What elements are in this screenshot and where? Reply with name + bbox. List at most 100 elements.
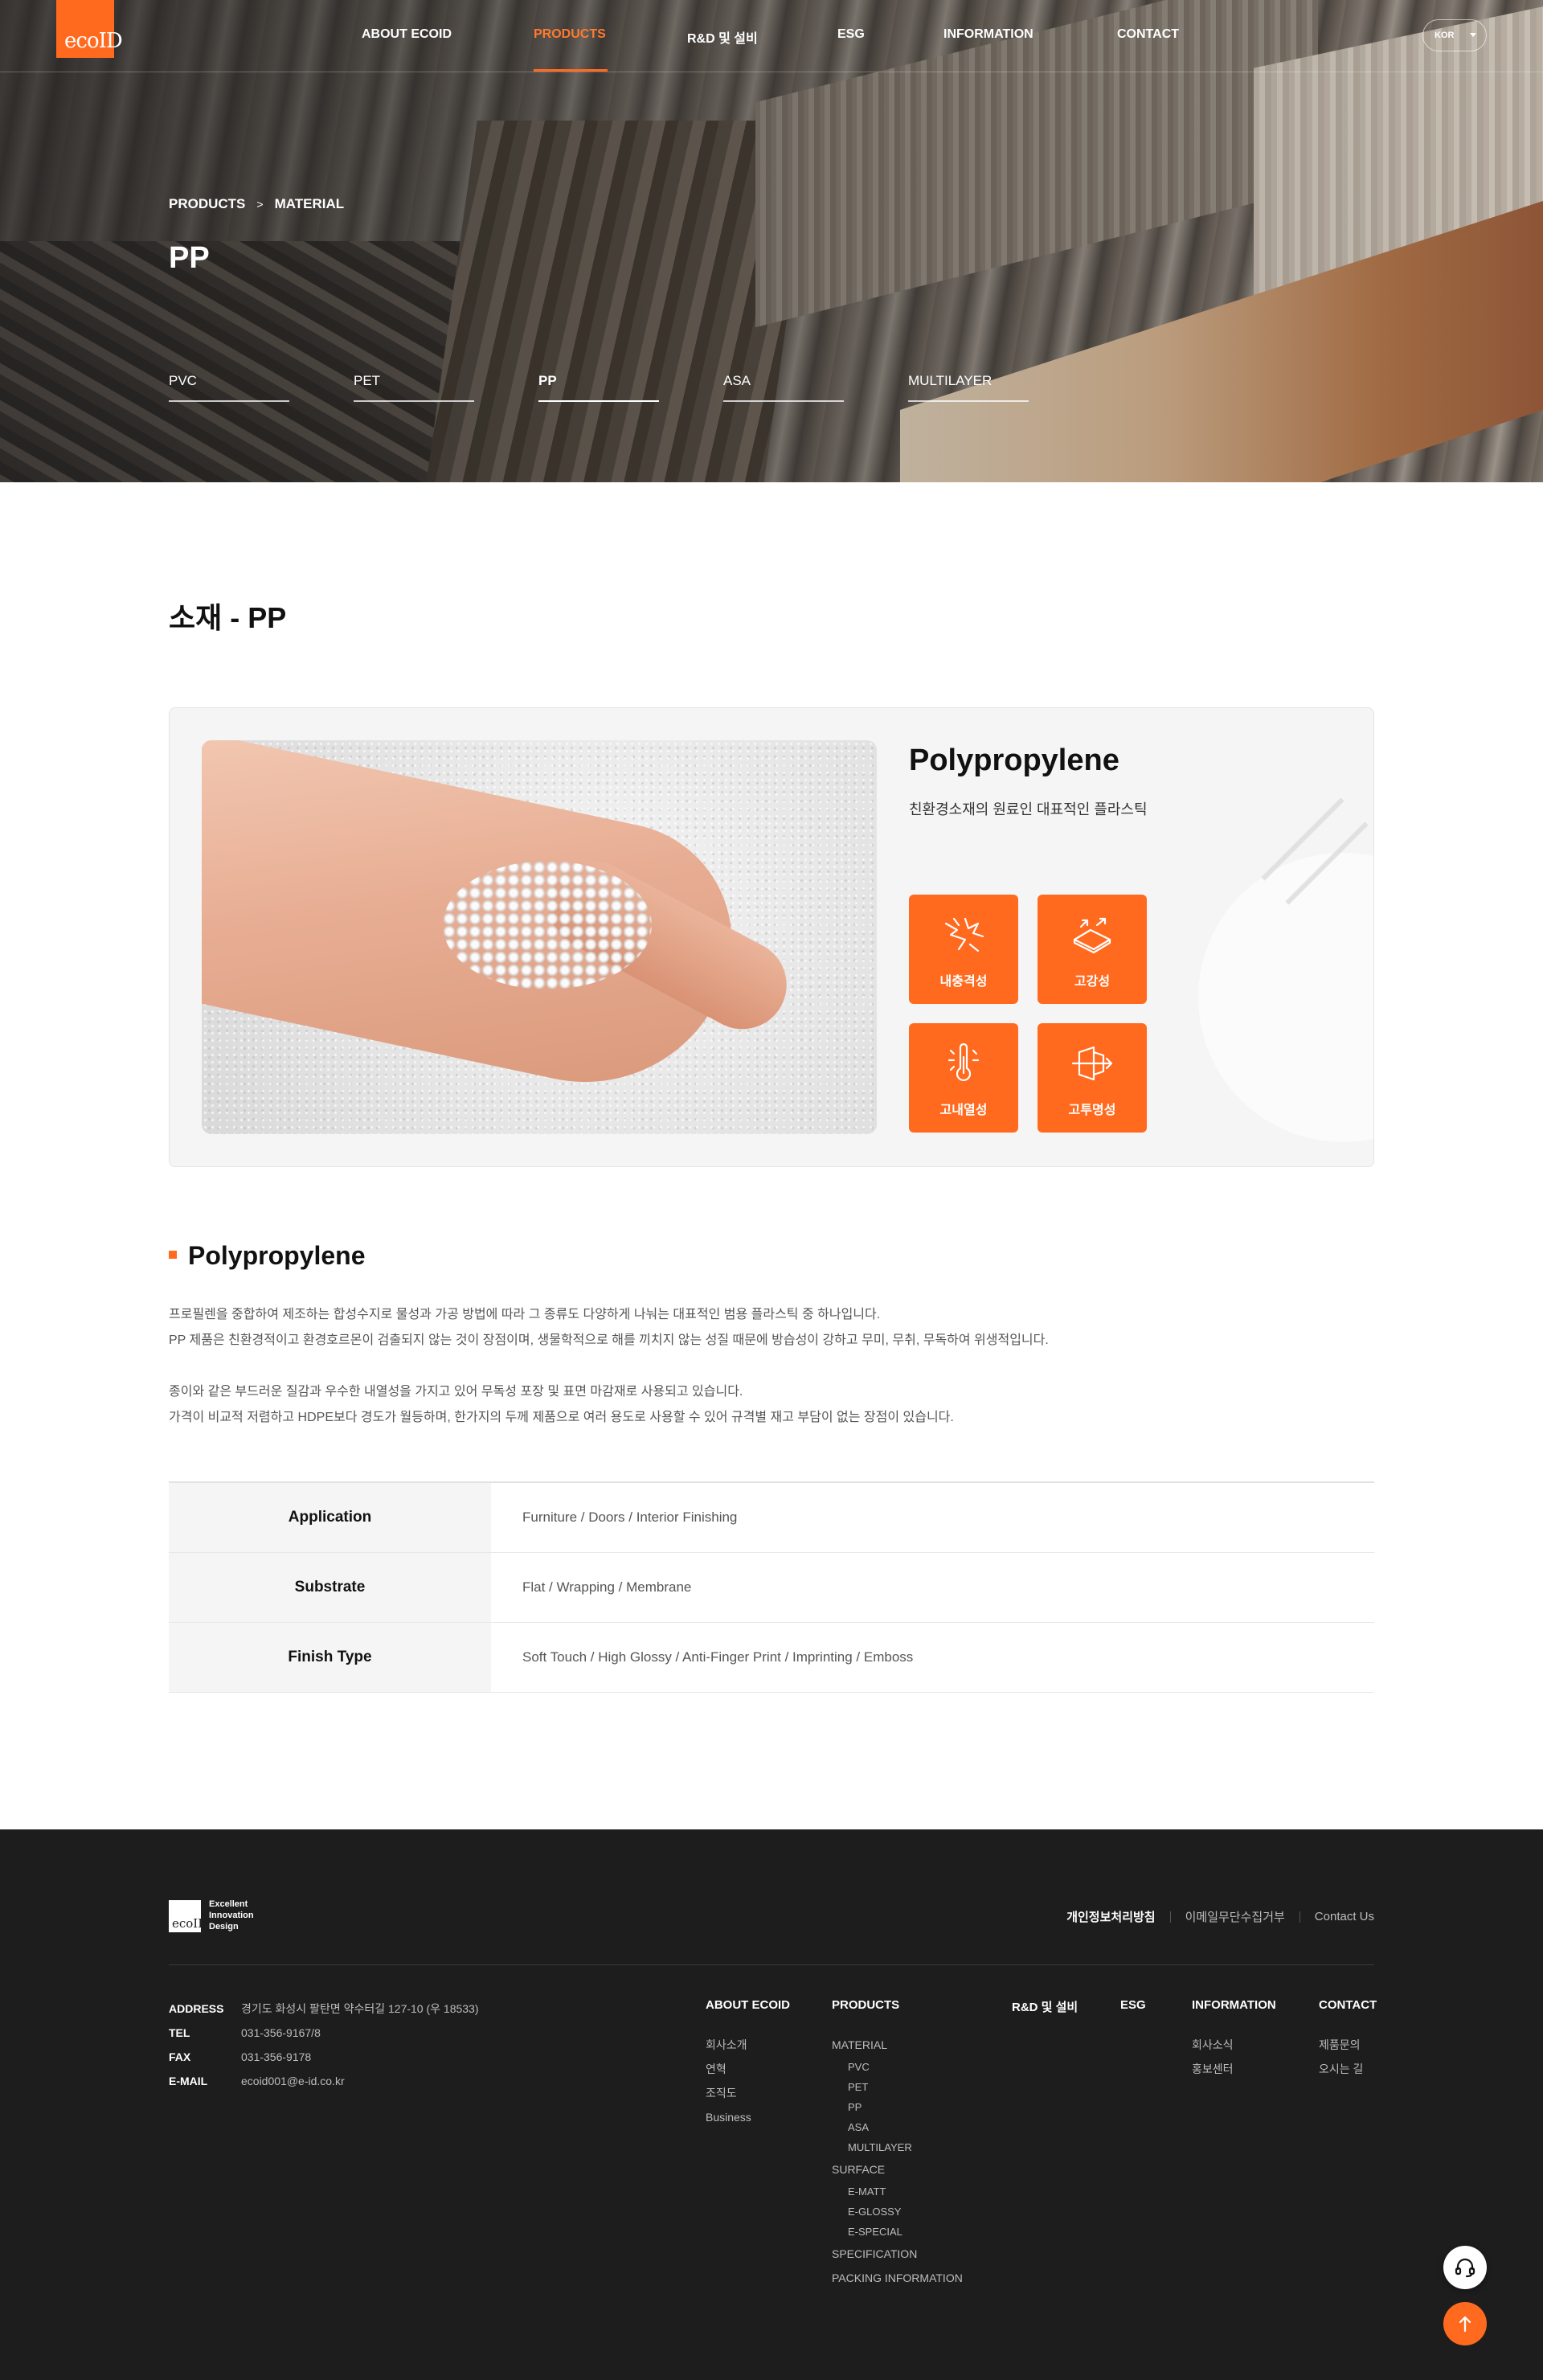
language-label: KOR: [1435, 31, 1455, 40]
description-line: PP 제품은 친환경적이고 환경호르몬이 검출되지 않는 것이 장점이며, 생물…: [169, 1333, 1049, 1347]
page-title: PP: [169, 241, 210, 275]
email-policy-link[interactable]: 이메일무단수집거부: [1185, 1908, 1285, 1925]
footer-col-head[interactable]: PRODUCTS: [832, 1998, 963, 2012]
tab-asa[interactable]: ASA: [723, 370, 844, 402]
footer-col-head[interactable]: INFORMATION: [1192, 1998, 1276, 2012]
footer-col-head[interactable]: ABOUT ECOID: [706, 1998, 790, 2012]
tab-label: MULTILAYER: [908, 373, 993, 388]
spec-key: Finish Type: [169, 1623, 491, 1692]
card-subtitle: 친환경소재의 원료인 대표적인 플라스틱: [909, 801, 1148, 817]
description: 프로필렌을 중합하여 제조하는 합성수지로 물성과 가공 방법에 따라 그 종류…: [169, 1302, 1374, 1431]
section-title: 소재 - PP: [169, 601, 287, 634]
info-key: ADDRESS: [169, 2002, 224, 2015]
breadcrumb-item[interactable]: MATERIAL: [275, 196, 345, 212]
spec-table: Application Furniture / Doors / Interior…: [169, 1481, 1374, 1693]
table-row: Substrate Flat / Wrapping / Membrane: [169, 1553, 1374, 1623]
nav-products[interactable]: PRODUCTS: [534, 27, 606, 42]
footer-link[interactable]: E-SPECIAL: [832, 2222, 963, 2242]
feature-label: 고내열성: [939, 1104, 988, 1117]
language-select[interactable]: KOR: [1422, 19, 1487, 51]
feature-heat: 고내열성: [909, 1023, 1018, 1133]
footer-link[interactable]: 회사소개: [706, 2033, 790, 2057]
rigidity-icon: [1073, 917, 1111, 954]
footer-link[interactable]: 오시는 길: [1319, 2057, 1377, 2081]
site-header: ecoID ABOUT ECOID PRODUCTS R&D 및 설비 ESG …: [0, 0, 1543, 72]
info-key: E-MAIL: [169, 2075, 208, 2087]
slogan-line: Excellent: [209, 1899, 248, 1909]
logo-text: ecoID: [172, 1916, 208, 1931]
table-row: Finish Type Soft Touch / High Glossy / A…: [169, 1623, 1374, 1693]
footer-divider: [169, 1964, 1374, 1965]
info-key: FAX: [169, 2050, 191, 2063]
description-line: 가격이 비교적 저렴하고 HDPE보다 경도가 월등하며, 한가지의 두께 제품…: [169, 1411, 954, 1424]
feature-label: 내충격성: [939, 975, 988, 989]
description-line: 프로필렌을 중합하여 제조하는 합성수지로 물성과 가공 방법에 따라 그 종류…: [169, 1308, 881, 1321]
spec-value: Furniture / Doors / Interior Finishing: [522, 1510, 738, 1525]
decorative-circle: [1198, 853, 1373, 1142]
privacy-policy-link[interactable]: 개인정보처리방침: [1066, 1908, 1155, 1925]
transparency-icon: [1071, 1046, 1113, 1081]
footer-link[interactable]: E-GLOSSY: [832, 2202, 963, 2222]
tab-label: PP: [538, 373, 557, 388]
footer-link[interactable]: Business: [706, 2105, 790, 2129]
footer-link[interactable]: E-MATT: [832, 2181, 963, 2202]
divider: [1299, 1911, 1300, 1923]
footer-col-head[interactable]: R&D 및 설비: [1012, 1998, 1078, 2015]
tab-pvc[interactable]: PVC: [169, 370, 289, 402]
divider: [1169, 1911, 1171, 1923]
site-footer: ecoID Excellent Innovation Design 개인정보처리…: [0, 1829, 1543, 2380]
footer-link[interactable]: ASA: [832, 2117, 963, 2137]
footer-slogan: Excellent Innovation Design: [209, 1899, 254, 1932]
footer-link[interactable]: PET: [832, 2077, 963, 2097]
slogan-line: Design: [209, 1922, 239, 1931]
footer-link[interactable]: SURFACE: [832, 2157, 963, 2181]
contact-us-link[interactable]: Contact Us: [1315, 1910, 1374, 1923]
footer-link[interactable]: SPECIFICATION: [832, 2242, 963, 2266]
nav-esg[interactable]: ESG: [837, 27, 865, 42]
feature-label: 고투명성: [1068, 1104, 1116, 1117]
site-logo[interactable]: ecoID: [56, 0, 123, 58]
footer-link[interactable]: PVC: [832, 2057, 963, 2077]
footer-col-contact: CONTACT 제품문의 오시는 길: [1319, 1998, 1377, 2081]
nav-information[interactable]: INFORMATION: [943, 27, 1033, 42]
feature-transparency: 고투명성: [1038, 1023, 1147, 1133]
footer-col-head[interactable]: ESG: [1120, 1998, 1146, 2012]
footer-link[interactable]: 연혁: [706, 2057, 790, 2081]
info-value: 경기도 화성시 팔탄면 약수터길 127-10 (우 18533): [241, 2002, 479, 2015]
pellets: [443, 861, 652, 989]
footer-link[interactable]: 홍보센터: [1192, 2057, 1276, 2081]
footer-link[interactable]: 조직도: [706, 2081, 790, 2105]
info-value: ecoid001@e-id.co.kr: [241, 2075, 345, 2087]
tab-pet[interactable]: PET: [354, 370, 474, 402]
slogan-line: Innovation: [209, 1911, 254, 1920]
footer-link[interactable]: MULTILAYER: [832, 2137, 963, 2157]
footer-link[interactable]: 제품문의: [1319, 2033, 1377, 2057]
company-info: ADDRESS 경기도 화성시 팔탄면 약수터길 127-10 (우 18533)…: [169, 1997, 479, 2093]
material-photo: [202, 740, 877, 1134]
footer-logo[interactable]: ecoID: [169, 1900, 207, 1932]
footer-link[interactable]: PACKING INFORMATION: [832, 2266, 963, 2290]
support-button[interactable]: [1443, 2246, 1487, 2289]
nav-about[interactable]: ABOUT ECOID: [362, 27, 452, 42]
footer-col-head[interactable]: CONTACT: [1319, 1998, 1377, 2012]
footer-link[interactable]: MATERIAL: [832, 2033, 963, 2057]
spec-key: Substrate: [169, 1553, 491, 1622]
headset-icon: [1455, 2258, 1475, 2278]
footer-col-rnd: R&D 및 설비: [1012, 1998, 1078, 2036]
tab-multilayer[interactable]: MULTILAYER: [908, 370, 1029, 402]
footer-link[interactable]: PP: [832, 2097, 963, 2117]
breadcrumb-item[interactable]: PRODUCTS: [169, 196, 245, 212]
tab-pp[interactable]: PP: [538, 370, 659, 402]
nav-contact[interactable]: CONTACT: [1117, 27, 1179, 42]
footer-link[interactable]: 회사소식: [1192, 2033, 1276, 2057]
card-title: Polypropylene: [909, 743, 1119, 777]
tab-label: PET: [354, 373, 381, 388]
hero-banner: ecoID ABOUT ECOID PRODUCTS R&D 및 설비 ESG …: [0, 0, 1543, 482]
impact-icon: [944, 917, 984, 952]
hero-overlay: [0, 0, 1543, 482]
detail-title: Polypropylene: [169, 1241, 366, 1271]
material-card: Polypropylene 친환경소재의 원료인 대표적인 플라스틱 내충격성 …: [169, 707, 1374, 1167]
footer-policy-links: 개인정보처리방침 이메일무단수집거부 Contact Us: [1066, 1908, 1374, 1925]
nav-rnd[interactable]: R&D 및 설비: [687, 27, 758, 47]
back-to-top-button[interactable]: [1443, 2302, 1487, 2345]
